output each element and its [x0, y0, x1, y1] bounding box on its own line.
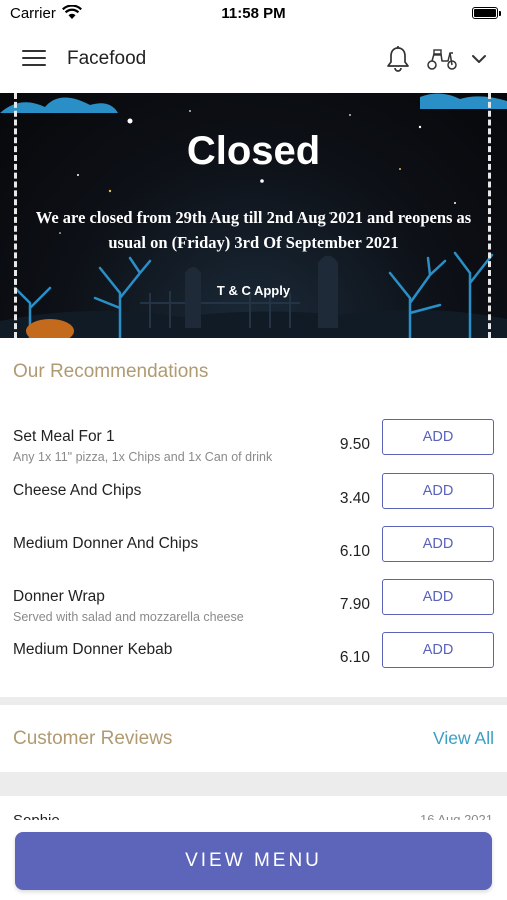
recommendations-title: Our Recommendations — [13, 361, 209, 382]
item-price: 6.10 — [339, 543, 370, 560]
app-title: Facefood — [67, 48, 147, 69]
item-price: 9.50 — [339, 436, 370, 453]
chevron-down-icon[interactable] — [470, 50, 488, 68]
add-button[interactable]: ADD — [382, 526, 494, 562]
menu-item-medium-donner-chips: Medium Donner And Chips 6.10 ADD — [0, 526, 507, 585]
banner-title: Closed — [186, 129, 321, 173]
status-bar: Carrier 11:58 PM — [0, 0, 507, 28]
reviews-title: Customer Reviews — [13, 728, 173, 749]
add-button[interactable]: ADD — [382, 579, 494, 615]
add-button[interactable]: ADD — [382, 473, 494, 509]
banner-message: We are closed from 29th Aug till 2nd Aug… — [35, 208, 472, 252]
scooter-icon[interactable] — [425, 47, 459, 71]
item-name: Medium Donner And Chips — [13, 535, 199, 552]
item-name: Set Meal For 1 — [13, 428, 115, 445]
battery-icon — [472, 7, 501, 19]
status-time: 11:58 PM — [221, 5, 286, 22]
bell-icon[interactable] — [385, 45, 411, 73]
section-divider — [0, 772, 507, 796]
menu-icon[interactable] — [22, 50, 46, 68]
item-price: 3.40 — [339, 490, 370, 507]
item-description: Any 1x 11" pizza, 1x Chips and 1x Can of… — [13, 450, 273, 464]
item-name: Donner Wrap — [13, 588, 105, 605]
menu-item-medium-donner-kebab: Medium Donner Kebab 6.10 ADD — [0, 632, 507, 691]
menu-item-donner-wrap: Donner Wrap Served with salad and mozzar… — [0, 579, 507, 638]
banner-terms: T & C Apply — [216, 283, 291, 298]
add-button[interactable]: ADD — [382, 632, 494, 668]
menu-item-set-meal: Set Meal For 1 Any 1x 11" pizza, 1x Chip… — [0, 419, 507, 478]
item-description: Served with salad and mozzarella cheese — [13, 610, 244, 624]
item-price: 7.90 — [339, 596, 370, 613]
view-menu-button[interactable]: VIEW MENU — [15, 832, 492, 890]
item-name: Cheese And Chips — [13, 482, 142, 499]
view-all-link[interactable]: View All — [433, 728, 494, 749]
closed-banner: Closed We are closed from 29th Aug till … — [0, 93, 507, 338]
item-name: Medium Donner Kebab — [13, 641, 173, 658]
add-button[interactable]: ADD — [382, 419, 494, 455]
item-price: 6.10 — [339, 649, 370, 666]
menu-item-cheese-chips: Cheese And Chips 3.40 ADD — [0, 473, 507, 532]
app-header: Facefood — [0, 28, 507, 92]
section-divider — [0, 697, 507, 705]
